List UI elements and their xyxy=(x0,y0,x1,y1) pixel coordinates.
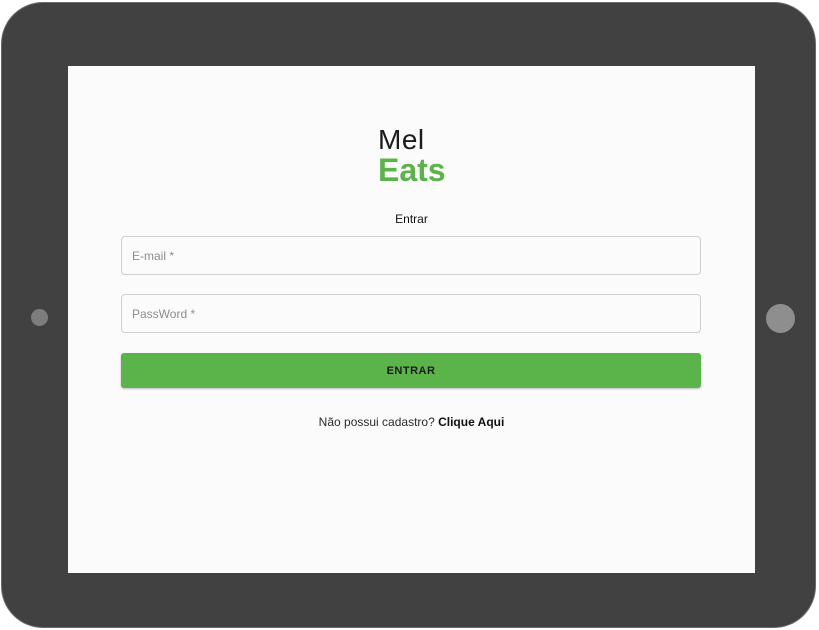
logo-text-eats: Eats xyxy=(378,152,446,188)
signup-prompt-text: Não possui cadastro? xyxy=(318,415,435,429)
signup-prompt: Não possui cadastro? Clique Aqui xyxy=(68,415,755,429)
password-field[interactable] xyxy=(121,294,701,333)
tablet-frame: Mel Eats Entrar ENTRAR Não possui cadast… xyxy=(1,2,816,628)
logo-text-mel: Mel xyxy=(378,124,425,155)
signup-link[interactable]: Clique Aqui xyxy=(438,415,504,429)
home-button xyxy=(766,304,795,333)
login-screen: Mel Eats Entrar ENTRAR Não possui cadast… xyxy=(68,66,755,573)
email-input[interactable] xyxy=(122,237,700,274)
form-title: Entrar xyxy=(395,212,428,226)
email-field[interactable] xyxy=(121,236,701,275)
login-button[interactable]: ENTRAR xyxy=(121,353,701,388)
app-logo: Mel Eats xyxy=(378,124,446,188)
password-input[interactable] xyxy=(122,295,700,332)
camera-dot xyxy=(31,309,48,326)
